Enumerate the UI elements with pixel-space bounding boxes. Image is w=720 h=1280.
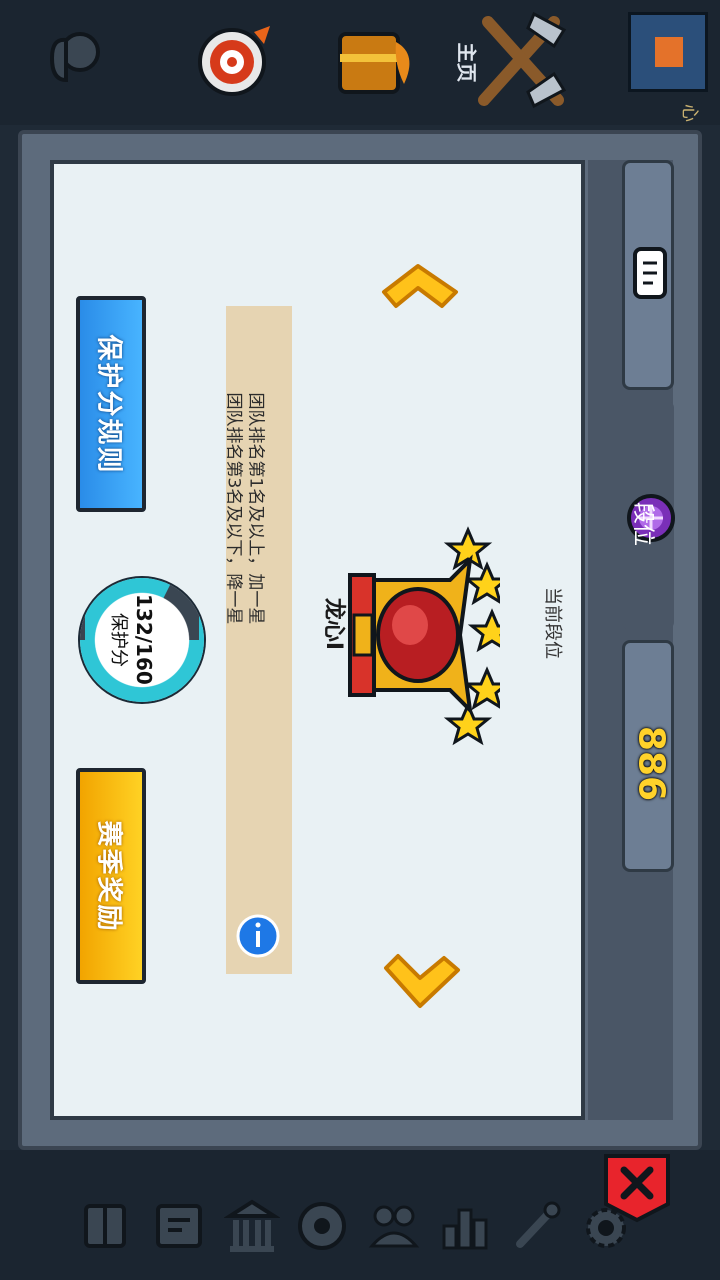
info-icon[interactable]	[236, 914, 280, 958]
ranking-icon[interactable]	[438, 1196, 492, 1256]
rank-previous-chevron-icon[interactable]	[376, 262, 460, 322]
profile-icon[interactable]	[44, 28, 104, 92]
crossed-axes-icon[interactable]	[474, 10, 568, 110]
rank-next-chevron-icon[interactable]	[378, 950, 462, 1010]
current-rank-label: 当前段位	[542, 587, 563, 659]
tab-rank[interactable]: 段位	[622, 400, 675, 630]
tab-rank-label: 段位	[630, 501, 655, 546]
guild-icon[interactable]	[294, 1196, 350, 1256]
target-shop-icon[interactable]	[192, 22, 274, 102]
wand-icon[interactable]	[510, 1198, 564, 1254]
calendar-icon[interactable]	[152, 1198, 206, 1254]
scroll-icon	[633, 247, 667, 299]
tab-count[interactable]: 886	[622, 640, 674, 872]
corner-label: 心	[679, 104, 700, 122]
book-icon[interactable]	[80, 1198, 130, 1254]
settings-gear-icon[interactable]	[578, 1200, 634, 1256]
protection-rules-label: 保护分规则	[93, 333, 124, 475]
minimap-marker	[655, 37, 683, 67]
tab-count-label: 886	[630, 725, 672, 802]
season-rewards-button[interactable]: 赛季奖励	[76, 768, 146, 984]
protection-score-label: 保护分	[108, 613, 129, 667]
protection-score-value: 132/160	[132, 594, 156, 685]
treasure-chest-icon[interactable]	[334, 24, 420, 100]
minimap[interactable]	[628, 12, 708, 92]
info-line-demote: 团队排名第3名及以下，降一星	[223, 392, 244, 625]
tab-scroll[interactable]	[622, 160, 674, 390]
temple-icon[interactable]	[224, 1196, 280, 1256]
rank-name: 龙心I	[321, 597, 346, 651]
protection-score-gauge: 132/160 保护分	[80, 578, 204, 702]
rank-emblem-icon	[348, 526, 500, 746]
rank-rules-info: 团队排名第1名及以上，加一星 团队排名第3名及以下，降一星	[223, 306, 292, 974]
season-rewards-label: 赛季奖励	[93, 819, 124, 933]
protection-rules-button[interactable]: 保护分规则	[76, 296, 146, 512]
team-icon[interactable]	[366, 1196, 422, 1256]
info-line-promote: 团队排名第1名及以上，加一星	[245, 392, 266, 625]
